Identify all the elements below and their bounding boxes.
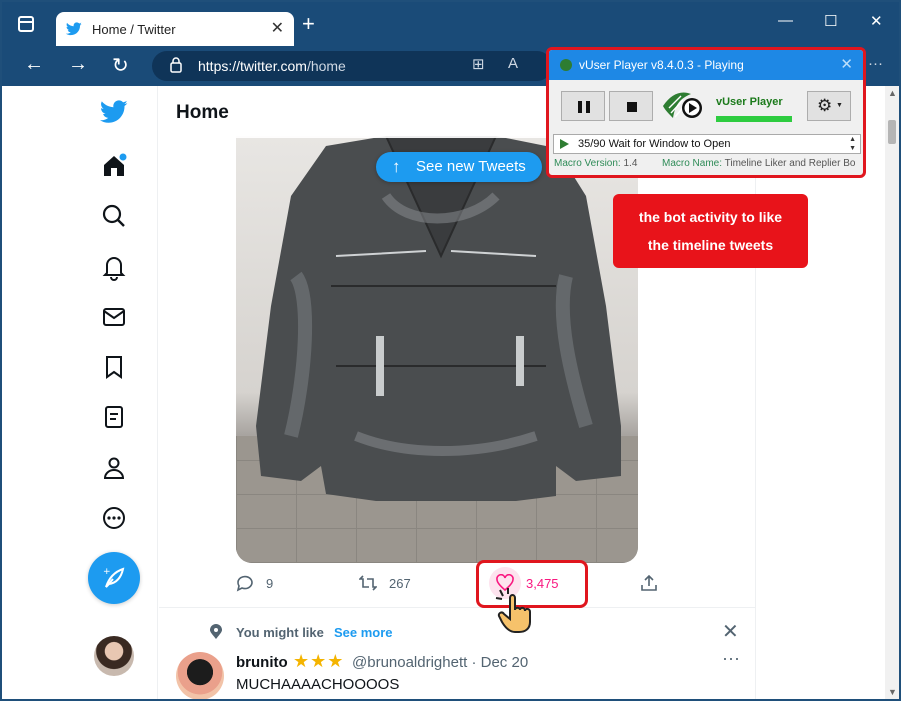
macro-name-label: Macro Name:: [662, 158, 723, 169]
macro-status-text: 35/90 Wait for Window to Open: [578, 138, 731, 150]
settings-button[interactable]: ⚙ ▼: [807, 91, 851, 121]
vuser-title-bar: vUser Player v8.4.0.3 - Playing ✕: [549, 50, 863, 80]
scrollbar-thumb[interactable]: [888, 120, 896, 144]
retweet-icon: [359, 575, 377, 591]
macro-name-value: Timeline Liker and Replier Bo: [724, 158, 856, 169]
annotation-line-2: the timeline tweets: [647, 237, 774, 253]
arrow-up-icon: ↑: [392, 157, 401, 176]
leather-jacket-graphic: [256, 136, 621, 501]
gear-icon: ⚙: [817, 96, 833, 115]
url-field[interactable]: https://twitter.com/home: [152, 51, 552, 81]
see-more-link[interactable]: See more: [334, 625, 393, 640]
explore-icon[interactable]: [100, 202, 128, 230]
left-nav: +: [2, 86, 158, 699]
macro-name: Macro Name: Timeline Liker and Replier B…: [662, 158, 855, 169]
scroll-down-icon[interactable]: ▼: [888, 687, 897, 697]
twitter-logo-icon[interactable]: [99, 98, 128, 126]
vuser-close-icon[interactable]: ✕: [840, 55, 853, 73]
vuser-app-icon: [560, 59, 572, 71]
divider: [159, 607, 756, 608]
tab-bar: Home / Twitter ✕ + — ☐ ✕: [2, 2, 899, 46]
lock-icon: [170, 57, 182, 73]
status-spinner-icon[interactable]: ▲ ▼: [849, 135, 856, 153]
more-icon[interactable]: [100, 504, 128, 532]
profile-icon[interactable]: [100, 454, 128, 482]
pause-button[interactable]: [561, 91, 605, 121]
close-icon[interactable]: ✕: [722, 619, 739, 644]
app-available-icon[interactable]: ⊞: [472, 55, 485, 73]
minimize-icon[interactable]: —: [778, 12, 793, 29]
recommended-user-avatar[interactable]: [176, 652, 224, 699]
see-new-tweets-label: See new Tweets: [416, 158, 526, 175]
svg-text:+: +: [103, 567, 111, 577]
tab-twitter-home[interactable]: Home / Twitter ✕: [56, 12, 294, 46]
macro-version: Macro Version: 1.4: [554, 158, 637, 169]
read-aloud-icon[interactable]: A: [508, 55, 518, 72]
page-title: Home: [176, 102, 229, 123]
stop-button[interactable]: [609, 91, 653, 121]
url-text: https://twitter.com/home: [198, 58, 346, 74]
vuser-emblem-icon: [663, 92, 702, 118]
you-might-like-label: You might like: [236, 625, 324, 640]
bookmarks-icon[interactable]: [100, 353, 128, 381]
browser-window: Home / Twitter ✕ + — ☐ ✕ ← → ↻ https://t…: [0, 0, 901, 701]
macro-version-label: Macro Version:: [554, 158, 621, 169]
annotation-line-1: the bot activity to like: [638, 209, 783, 225]
scroll-up-icon[interactable]: ▲: [888, 88, 897, 98]
vuser-progress-bar: [716, 116, 792, 122]
more-options-icon[interactable]: ···: [722, 648, 740, 669]
pause-icon: [578, 101, 590, 113]
macro-status-field: 35/90 Wait for Window to Open ▲ ▼: [553, 134, 861, 154]
share-icon: [641, 574, 657, 591]
tweet-image[interactable]: [236, 136, 638, 563]
recommended-user-handle-date: @brunoaldrighett · Dec 20: [352, 654, 529, 671]
close-window-icon[interactable]: ✕: [870, 12, 883, 30]
forward-icon[interactable]: →: [68, 53, 88, 76]
annotation-callout: the bot activity to like the timeline tw…: [613, 194, 808, 268]
tab-actions-icon[interactable]: [18, 16, 34, 32]
tab-title: Home / Twitter: [92, 22, 176, 37]
back-icon[interactable]: ←: [24, 53, 44, 76]
home-icon[interactable]: [100, 152, 128, 180]
quill-icon: +: [103, 567, 125, 588]
reload-icon[interactable]: ↻: [112, 53, 129, 78]
macro-version-value: 1.4: [623, 158, 638, 169]
retweet-count: 267: [389, 576, 411, 591]
vuser-player-window: vUser Player v8.4.0.3 - Playing ✕ vUser …: [546, 47, 866, 178]
maximize-icon[interactable]: ☐: [824, 12, 837, 30]
browser-menu-icon[interactable]: ···: [868, 55, 883, 72]
vuser-title: vUser Player v8.4.0.3 - Playing: [579, 58, 744, 72]
lists-icon[interactable]: [100, 403, 128, 431]
new-tab-button[interactable]: +: [302, 13, 315, 35]
account-avatar[interactable]: [94, 636, 134, 676]
vuser-brand: vUser Player: [716, 96, 783, 108]
location-pin-icon: [210, 624, 222, 639]
reply-icon: [236, 575, 253, 592]
pointing-hand-icon: [495, 588, 531, 633]
tab-close-icon[interactable]: ✕: [271, 18, 284, 38]
twitter-favicon-icon: [66, 22, 82, 36]
chevron-down-icon: ▼: [836, 102, 843, 109]
notifications-icon[interactable]: [100, 253, 128, 281]
compose-tweet-button[interactable]: +: [88, 552, 140, 604]
tweet-actions: 9 267 3,475: [236, 567, 657, 600]
url-path: /home: [306, 58, 346, 74]
play-icon: [560, 139, 569, 149]
see-new-tweets-button[interactable]: ↑ See new Tweets: [376, 152, 542, 182]
recommended-tweet-text: MUCHAAAACHOOOOS: [236, 676, 400, 693]
reply-count: 9: [266, 576, 274, 591]
stop-icon: [627, 102, 637, 112]
page-scrollbar[interactable]: ▲ ▼: [885, 86, 899, 699]
messages-icon[interactable]: [100, 303, 128, 331]
recommended-user-name[interactable]: brunito: [236, 654, 288, 671]
url-host: https://twitter.com: [198, 58, 307, 74]
star-emoji: ★★★: [293, 651, 345, 671]
